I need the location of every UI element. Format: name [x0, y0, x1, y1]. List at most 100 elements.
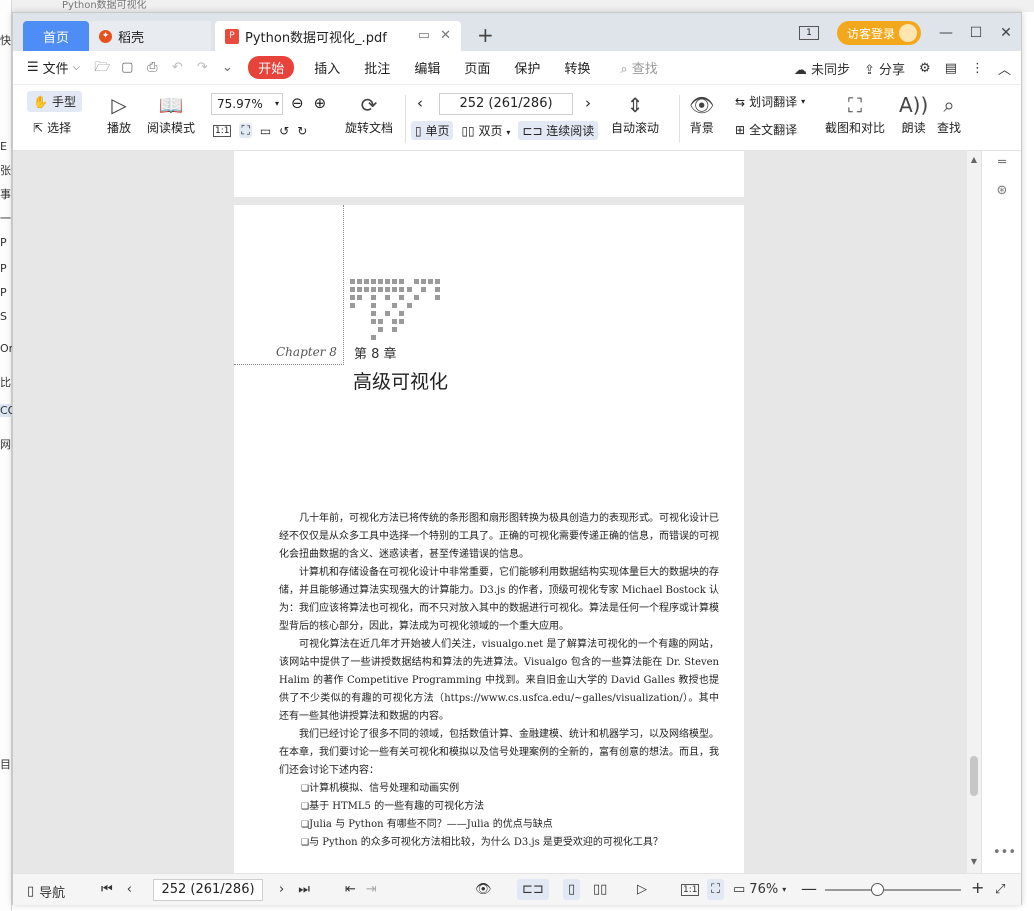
maximize-icon[interactable]: ☐ [961, 25, 991, 41]
find-button[interactable]: ⌕ 查找 [937, 91, 961, 136]
scrollbar-thumb[interactable] [970, 756, 978, 796]
comment-icon[interactable]: ▤ [945, 61, 957, 76]
zoom-in-icon[interactable]: ⊕ [314, 94, 327, 112]
menu-convert[interactable]: 转换 [564, 58, 590, 77]
fit-page-icon[interactable]: ⛶ [707, 879, 725, 900]
read-aloud-button[interactable]: A)) 朗读 [899, 91, 928, 136]
double-page-icon[interactable]: ▯▯ [593, 882, 607, 897]
play-button[interactable]: ▷ 播放 [107, 91, 131, 136]
tab-home[interactable]: 首页 [23, 21, 89, 51]
chevron-down-icon: ▾ [506, 128, 511, 137]
word-translate-button[interactable]: ⇆ 划词翻译 ▾ [735, 93, 805, 110]
vertical-scrollbar[interactable]: ▲ ▼ [967, 151, 981, 873]
close-tab-icon[interactable]: ✕ [440, 28, 451, 43]
new-tab-button[interactable]: + [477, 25, 494, 45]
print-icon[interactable]: ⎙ [144, 60, 160, 75]
screenshot-compare-button[interactable]: ⛶ 截图和对比 [825, 91, 885, 136]
tab-pdf-document[interactable]: P Python数据可视化_.pdf ▭ ✕ [215, 21, 461, 51]
topic-list: 计算机模拟、信号处理和动画实例 基于 HTML5 的一些有趣的可视化方法 Jul… [279, 780, 719, 852]
first-page-icon[interactable]: ⏮ [101, 882, 113, 897]
minimize-icon[interactable]: — [931, 25, 961, 41]
zoom-dropdown[interactable]: ▭ 76% ▾ [733, 882, 786, 897]
sync-status[interactable]: ☁ 未同步 [794, 59, 850, 78]
hand-tool-button[interactable]: ✋ 手型 [27, 91, 82, 112]
undo-icon[interactable]: ↶ [169, 60, 185, 75]
search-text-icon[interactable]: ⊛ [993, 183, 1011, 198]
tab-docer-label: 稻壳 [118, 30, 145, 46]
menu-search[interactable]: ⌕ 查找 [620, 58, 657, 77]
save-icon[interactable]: ▢ [119, 60, 135, 75]
read-mode-button[interactable]: 📖 阅读模式 [147, 91, 195, 136]
zoom-in-button[interactable]: + [971, 878, 984, 897]
zoom-out-button[interactable]: — [801, 879, 817, 898]
scroll-down-icon[interactable]: ▼ [967, 857, 981, 866]
fullscreen-icon[interactable]: ⤢ [995, 882, 1005, 897]
prev-page-icon[interactable]: ‹ [417, 94, 423, 112]
auto-scroll-button[interactable]: ⇕ 自动滚动 [611, 91, 659, 136]
share-button[interactable]: ⇪ 分享 [864, 59, 905, 78]
chapter-title: 高级可视化 [353, 371, 449, 393]
open-folder-icon[interactable]: 🗁 [94, 60, 110, 75]
select-tool-button[interactable]: ⇱ 选择 [33, 119, 71, 136]
menu-protect[interactable]: 保护 [514, 58, 540, 77]
fit-width-icon[interactable]: ▭ [260, 124, 271, 138]
eye-protection-icon[interactable]: 👁 [475, 882, 492, 897]
single-page-button[interactable]: ▯ 单页 [411, 121, 454, 140]
divider [405, 95, 406, 143]
more-icon[interactable]: ••• [993, 845, 1016, 860]
status-page-input[interactable]: 252 (261/286) [153, 879, 263, 901]
more-icon[interactable]: ⋮ [971, 61, 984, 76]
navigation-button[interactable]: ▯ 导航 [27, 882, 65, 901]
bg-text: P [0, 262, 7, 275]
background-button[interactable]: 👁 背景 [689, 91, 714, 136]
pages-icon[interactable]: 1 [798, 26, 819, 40]
zoom-slider-knob[interactable] [871, 883, 884, 896]
panel-handle-icon[interactable]: ═ [993, 155, 1011, 170]
next-page-icon[interactable]: › [585, 94, 591, 112]
next-page-icon[interactable]: › [279, 882, 284, 897]
customize-toolbar-icon[interactable]: ⌄ [219, 60, 235, 75]
menu-start[interactable]: 开始 [248, 56, 295, 79]
hamburger-icon: ☰ [27, 60, 39, 75]
close-window-icon[interactable]: ✕ [991, 25, 1021, 41]
bg-text: CO [0, 404, 12, 417]
fit-page-icon[interactable]: ⛶ [239, 123, 252, 138]
read-aloud-label: 朗读 [901, 121, 926, 135]
double-page-button[interactable]: ▯▯ 双页 ▾ [461, 122, 510, 139]
rotate-doc-button[interactable]: ⟳ 旋转文档 [345, 91, 393, 136]
actual-size-icon[interactable]: 1:1 [213, 124, 232, 137]
collapse-ribbon-icon[interactable]: ︿ [998, 59, 1011, 78]
menu-file[interactable]: ☰ 文件 ⌵ [27, 58, 80, 77]
menu-annotate[interactable]: 批注 [364, 58, 390, 77]
settings-icon[interactable]: ⚙ [919, 61, 931, 76]
rotate-left-icon[interactable]: ↺ [279, 124, 289, 138]
page-number-input[interactable]: 252 (261/286) [439, 93, 573, 115]
menu-insert[interactable]: 插入 [314, 58, 340, 77]
continuous-read-icon[interactable]: ⊏⊐ [517, 879, 549, 900]
actual-size-icon[interactable]: 1:1 [681, 884, 700, 896]
single-page-icon[interactable]: ▯ [563, 879, 581, 900]
zoom-out-icon[interactable]: ⊖ [291, 94, 304, 112]
rotate-doc-icon: ⟳ [360, 93, 378, 117]
auto-scroll-label: 自动滚动 [611, 121, 660, 135]
rotate-right-icon[interactable]: ↻ [297, 124, 307, 138]
menu-page[interactable]: 页面 [464, 58, 490, 77]
full-translate-button[interactable]: ⊞ 全文翻译 [735, 121, 797, 138]
forward-icon[interactable]: ⇥ [366, 882, 377, 897]
document-viewport[interactable]: Chapter 8 第 8 章 高级可视化 几十年前，可视化方法已将传统的条形图… [13, 151, 983, 873]
menu-edit[interactable]: 编辑 [414, 58, 440, 77]
continuous-read-button[interactable]: ⊏⊐ 连续阅读 [518, 121, 599, 140]
tab-docer[interactable]: ✦ 稻壳 [89, 21, 211, 51]
play-icon[interactable]: ▷ [637, 882, 647, 897]
back-icon[interactable]: ⇤ [345, 882, 356, 897]
right-side-panel: ═ ⊛ ••• [981, 151, 1021, 873]
zoom-select[interactable]: 75.97% ▾ [211, 93, 283, 115]
zoom-slider[interactable] [825, 883, 961, 896]
last-page-icon[interactable]: ⏭ [298, 882, 310, 897]
scroll-up-icon[interactable]: ▲ [967, 155, 981, 164]
redo-icon[interactable]: ↷ [194, 60, 210, 75]
prev-page-icon[interactable]: ‹ [127, 882, 132, 897]
fit-width-icon: ▭ [733, 882, 746, 897]
guest-login-button[interactable]: 访客登录 [836, 21, 921, 45]
float-window-icon[interactable]: ▭ [418, 28, 430, 43]
